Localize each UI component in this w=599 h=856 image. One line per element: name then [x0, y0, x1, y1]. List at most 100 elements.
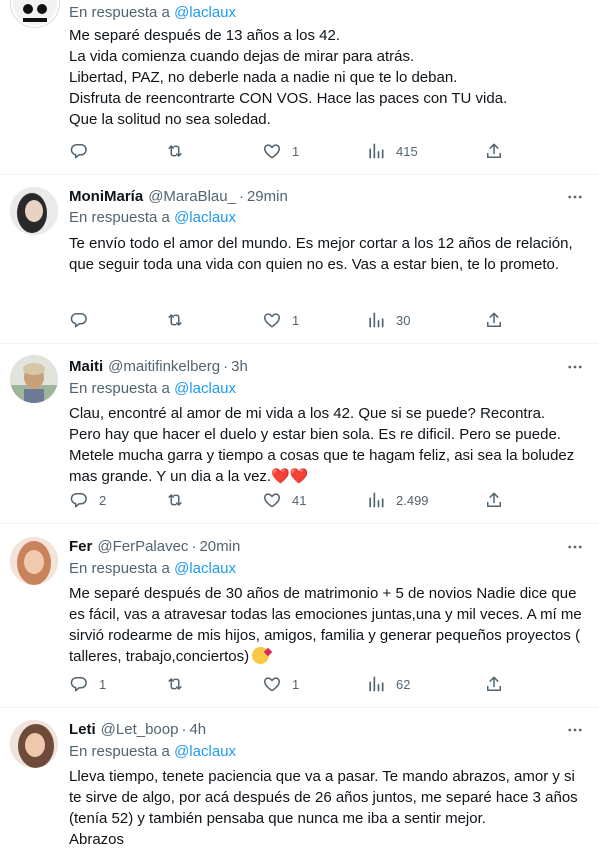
reply-button[interactable] [69, 310, 99, 330]
like-button[interactable]: 1 [262, 141, 299, 161]
more-button[interactable] [565, 187, 585, 207]
user-handle[interactable]: @maitifinkelberg [108, 357, 220, 377]
reply-prefix: En respuesta a [69, 209, 170, 226]
views-count: 30 [396, 312, 411, 328]
reply-icon [69, 310, 89, 330]
user-handle[interactable]: @FerPalavec [97, 537, 188, 557]
user-handle[interactable]: @MaraBlau_ [148, 187, 236, 207]
views-count: 415 [396, 143, 418, 159]
display-name[interactable]: MoniMaría [69, 187, 143, 207]
display-name[interactable]: Fer [69, 537, 92, 557]
tweet-text: Clau, encontré al amor de mi vida a los … [69, 403, 585, 487]
tweet[interactable]: Fer @FerPalavec · 20min En respuesta a @… [0, 524, 599, 708]
like-count: 1 [292, 143, 300, 159]
kiss-emoji [252, 647, 270, 664]
reply-icon [69, 674, 89, 694]
views-button[interactable]: 62 [366, 674, 410, 694]
like-count: 41 [292, 492, 307, 508]
reply-icon [69, 141, 89, 161]
share-button[interactable] [484, 490, 504, 510]
share-button[interactable] [484, 141, 504, 161]
reply-count: 2 [99, 492, 107, 508]
reply-button[interactable]: 1 [69, 674, 106, 694]
more-button[interactable] [565, 720, 585, 740]
reply-button[interactable]: 2 [69, 490, 106, 510]
separator-dot: · [191, 538, 197, 555]
share-button[interactable] [484, 674, 504, 694]
reply-context: En respuesta a @laclaux [69, 3, 585, 23]
reply-button[interactable] [69, 141, 99, 161]
retweet-icon [165, 674, 185, 694]
avatar[interactable] [10, 0, 60, 28]
tweet-actions: 2 41 2.499 [69, 490, 509, 510]
reply-context: En respuesta a @laclaux [69, 208, 585, 228]
mention-link[interactable]: @laclaux [174, 380, 236, 397]
views-button[interactable]: 415 [366, 141, 418, 161]
tweet-header: MoniMaría @MaraBlau_ · 29min [69, 187, 585, 207]
tweet-text-content: Clau, encontré al amor de mi vida a los … [69, 405, 575, 485]
timestamp[interactable]: 4h [189, 720, 206, 740]
more-button[interactable] [565, 357, 585, 377]
tweet-header: Leti @Let_boop · 4h [69, 720, 585, 740]
like-icon [262, 674, 282, 694]
views-count: 2.499 [396, 492, 429, 508]
separator-dot: · [238, 188, 244, 205]
like-button[interactable]: 41 [262, 490, 306, 510]
like-button[interactable]: 1 [262, 674, 299, 694]
avatar[interactable] [10, 720, 58, 768]
views-icon [366, 310, 386, 330]
like-count: 1 [292, 312, 300, 328]
avatar[interactable] [10, 537, 58, 585]
like-icon [262, 310, 282, 330]
tweet-text: Te envío todo el amor del mundo. Es mejo… [69, 235, 573, 273]
more-icon [566, 721, 584, 739]
reply-context: En respuesta a @laclaux [69, 742, 585, 762]
separator-dot: · [181, 721, 187, 738]
tweet-actions: 1 415 [69, 141, 509, 161]
tweet[interactable]: Leti @Let_boop · 4h En respuesta a @lacl… [0, 708, 599, 856]
avatar[interactable] [10, 187, 58, 235]
tweet-text: Me separé después de 30 años de matrimon… [69, 583, 585, 667]
tweet[interactable]: MoniMaría @MaraBlau_ · 29min En respuest… [0, 175, 599, 344]
tweet[interactable]: Maiti @maitifinkelberg · 3h En respuesta… [0, 344, 599, 524]
retweet-button[interactable] [165, 141, 195, 161]
tweet-header: Fer @FerPalavec · 20min [69, 537, 585, 557]
share-icon [484, 141, 504, 161]
reply-prefix: En respuesta a [69, 4, 170, 21]
reply-context: En respuesta a @laclaux [69, 559, 585, 579]
timestamp[interactable]: 29min [247, 187, 288, 207]
share-button[interactable] [484, 310, 504, 330]
more-button[interactable] [565, 537, 585, 557]
views-button[interactable]: 30 [366, 310, 410, 330]
tweet-actions: 1 30 [69, 310, 509, 330]
tweet[interactable]: En respuesta a @laclaux Me separé despué… [0, 0, 599, 175]
share-icon [484, 674, 504, 694]
more-icon [566, 188, 584, 206]
retweet-button[interactable] [165, 310, 195, 330]
timestamp[interactable]: 20min [199, 537, 240, 557]
display-name[interactable]: Maiti [69, 357, 103, 377]
retweet-button[interactable] [165, 674, 195, 694]
share-icon [484, 490, 504, 510]
user-handle[interactable]: @Let_boop [101, 720, 179, 740]
mention-link[interactable]: @laclaux [174, 560, 236, 577]
retweet-button[interactable] [165, 490, 195, 510]
mention-link[interactable]: @laclaux [174, 743, 236, 760]
like-icon [262, 141, 282, 161]
views-button[interactable]: 2.499 [366, 490, 429, 510]
tweet-text: Lleva tiempo, tenete paciencia que va a … [69, 768, 578, 848]
tweet-text-content: Me separé después de 30 años de matrimon… [69, 585, 582, 665]
reply-prefix: En respuesta a [69, 743, 170, 760]
retweet-icon [165, 310, 185, 330]
views-count: 62 [396, 676, 411, 692]
avatar[interactable] [10, 355, 58, 403]
reply-prefix: En respuesta a [69, 560, 170, 577]
display-name[interactable]: Leti [69, 720, 96, 740]
like-count: 1 [292, 676, 300, 692]
mention-link[interactable]: @laclaux [174, 4, 236, 21]
timestamp[interactable]: 3h [231, 357, 248, 377]
more-icon [566, 358, 584, 376]
mention-link[interactable]: @laclaux [174, 209, 236, 226]
share-icon [484, 310, 504, 330]
like-button[interactable]: 1 [262, 310, 299, 330]
